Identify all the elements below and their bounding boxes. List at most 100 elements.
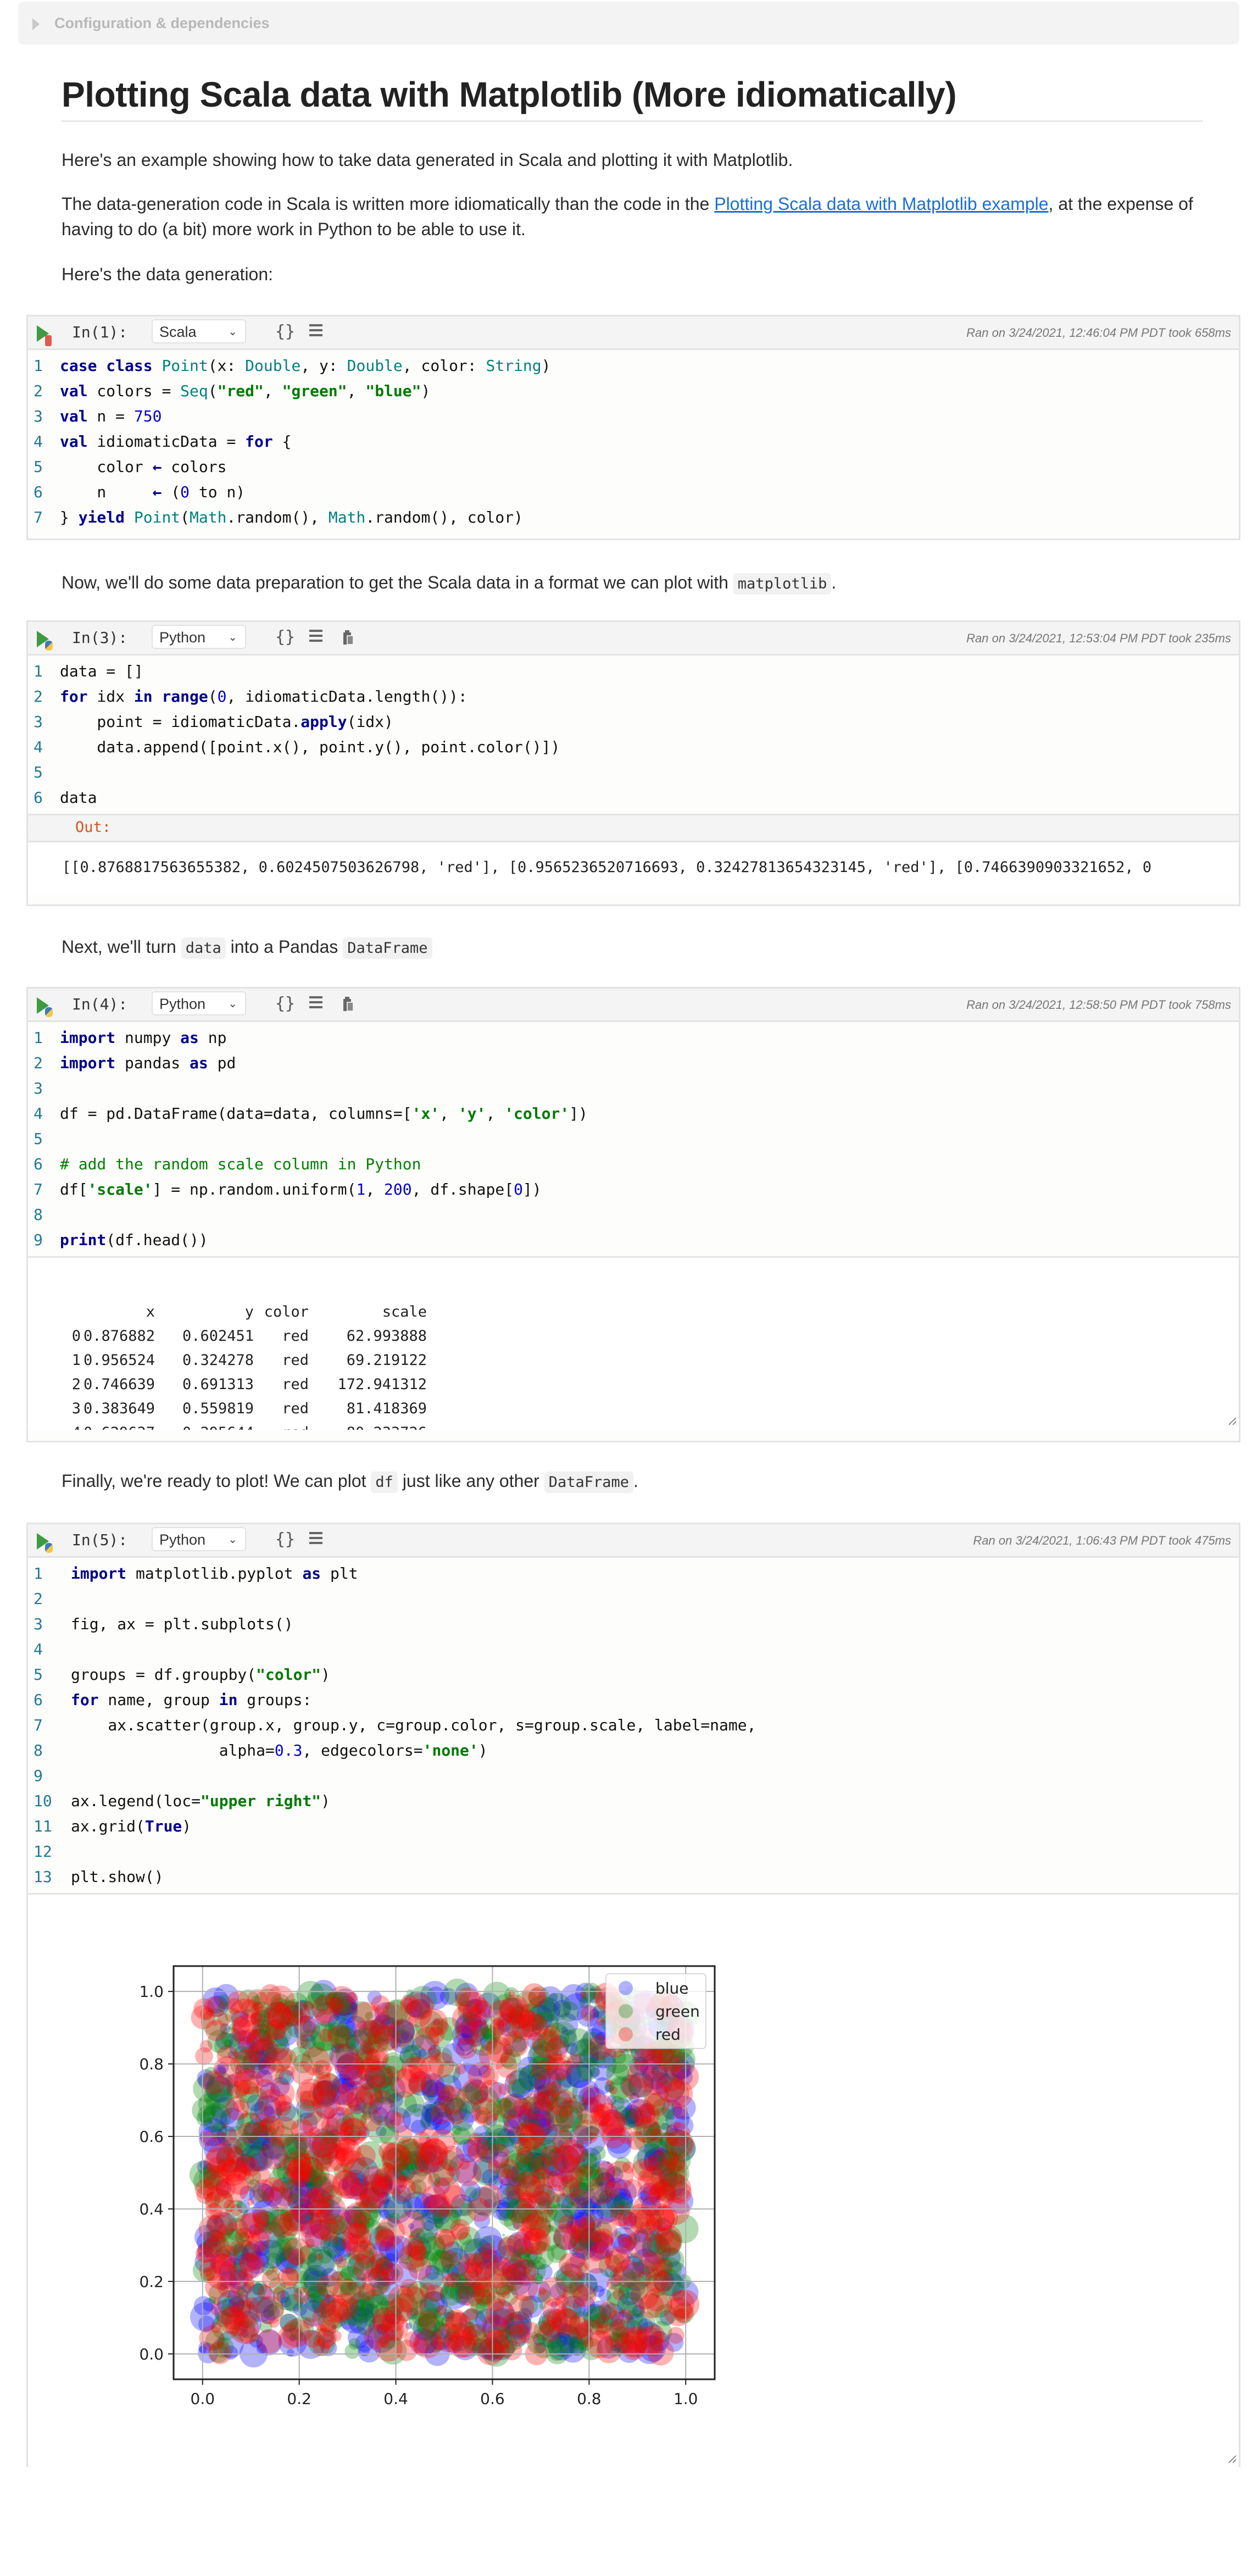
- scatter-point-red: [205, 2019, 227, 2041]
- line-number: 2: [34, 687, 43, 706]
- braces-icon[interactable]: {}: [275, 994, 295, 1013]
- code-text: ax.grid(True): [71, 1817, 192, 1835]
- inline-code: df: [371, 1472, 398, 1493]
- scatter-point-red: [357, 2130, 368, 2141]
- scatter-point-red: [359, 2187, 385, 2212]
- code-editor[interactable]: 1 import numpy as np 2 import pandas as pd 3…: [28, 1022, 1239, 1256]
- language-value: Python: [159, 629, 206, 646]
- legend-label: red: [655, 2025, 681, 2044]
- braces-icon[interactable]: {}: [275, 628, 295, 647]
- menu-lines-icon[interactable]: [309, 324, 322, 338]
- code-cell-3[interactable]: In(3): Python ⌄ {} Ran on 3/24/2021, 12:5…: [26, 620, 1240, 906]
- scatter-point-red: [436, 2305, 447, 2316]
- scatter-point-red: [235, 2051, 239, 2055]
- code-text: ax.legend(loc="upper right"): [71, 1792, 331, 1810]
- legend-marker-red: [619, 2027, 633, 2041]
- scatter-point-red: [513, 2097, 531, 2116]
- language-select[interactable]: Python ⌄: [152, 1527, 246, 1551]
- cell: 81.418369: [346, 1400, 427, 1417]
- dataframe-output: x y color scale 0 0.876882 0.602451 red 62.9…: [28, 1256, 1239, 1430]
- column-header: y: [244, 1303, 254, 1320]
- scatter-point-red: [466, 2252, 495, 2281]
- code-text: n ← (0 to n): [60, 483, 246, 501]
- scatter-point-red: [491, 2256, 511, 2277]
- code-editor[interactable]: 1 import matplotlib.pyplot as plt 2 3 fig, a…: [28, 1558, 1239, 1893]
- scatter-point-green: [420, 2117, 432, 2129]
- scatter-point-red: [252, 2179, 276, 2202]
- code-line: 4 df = pd.DataFrame(data=data, columns=['…: [28, 1101, 1239, 1126]
- legend-marker-green: [619, 2004, 633, 2018]
- code-line: 4 data.append([point.x(), point.y(), poi…: [28, 735, 1239, 760]
- scatter-chart: 0.0 0.2 0.4 0.6 0.8 1.0 0.0 0.2 0.4 0.6 0.8 1.0 blu…: [139, 1965, 716, 2408]
- scatter-point-red: [504, 2114, 524, 2134]
- output-header: Out:: [28, 814, 1239, 842]
- menu-lines-icon[interactable]: [309, 630, 322, 644]
- plot-text: .: [633, 1471, 638, 1491]
- scatter-point-red: [428, 2052, 454, 2078]
- line-number: 7: [34, 1180, 43, 1198]
- resize-handle-icon[interactable]: [1228, 2455, 1237, 2463]
- scatter-point-red: [438, 2086, 466, 2114]
- prep-text: Now, we'll do some data preparation to g…: [62, 573, 733, 592]
- scatter-point-red: [639, 2162, 646, 2169]
- language-select[interactable]: Python ⌄: [152, 625, 246, 649]
- scatter-point-red: [520, 2214, 547, 2241]
- code-line: 2 for idx in range(0, idiomaticData.lengt…: [28, 684, 1239, 709]
- code-line: 7 ax.scatter(group.x, group.y, c=group.c…: [28, 1713, 1239, 1738]
- y-tick-label: 0.0: [139, 2345, 164, 2363]
- code-line: 6 data: [28, 785, 1239, 810]
- scatter-point-red: [505, 2184, 521, 2200]
- code-line: 4 val idiomaticData = for {: [28, 429, 1239, 454]
- code-line: 4: [28, 1637, 1239, 1662]
- language-select[interactable]: Python ⌄: [152, 991, 246, 1015]
- plotting-example-link[interactable]: Plotting Scala data with Matplotlib exam…: [714, 194, 1048, 214]
- scatter-point-red: [433, 2228, 455, 2250]
- scatter-point-red: [233, 2079, 250, 2097]
- line-number: 9: [34, 1231, 43, 1249]
- chart-legend: blue green red: [605, 1973, 706, 2049]
- code-editor[interactable]: 1 case class Point(x: Double, y: Double, …: [28, 350, 1239, 534]
- clipboard-icon[interactable]: [342, 996, 354, 1012]
- code-text: val colors = Seq("red", "green", "blue"): [60, 382, 431, 400]
- scatter-point-red: [639, 2175, 644, 2180]
- line-number: 4: [34, 432, 43, 451]
- scatter-point-red: [626, 2131, 645, 2150]
- menu-lines-icon[interactable]: [309, 996, 322, 1011]
- scatter-point-red: [250, 2112, 258, 2120]
- scatter-point-red: [628, 2207, 655, 2233]
- clipboard-icon[interactable]: [342, 629, 354, 646]
- scatter-point-red: [558, 2252, 583, 2277]
- cell: 0.746639: [83, 1375, 155, 1393]
- code-cell-5[interactable]: In(5): Python ⌄ {} Ran on 3/24/2021, 1:06…: [26, 1523, 1240, 2468]
- code-cell-1[interactable]: In(1): Scala ⌄ {} Ran on 3/24/2021, 12:46…: [26, 315, 1240, 540]
- scatter-point-green: [559, 2001, 580, 2022]
- python-logo-icon: [45, 641, 53, 651]
- scatter-point-red: [352, 2002, 380, 2030]
- cell: red: [282, 1400, 309, 1417]
- line-number: 5: [34, 1130, 43, 1148]
- plot-output: 0.0 0.2 0.4 0.6 0.8 1.0 0.0 0.2 0.4 0.6 0.8 1.0 blu…: [28, 1893, 1239, 2468]
- scatter-point-red: [587, 2177, 616, 2205]
- legend-marker-blue: [619, 1981, 633, 1995]
- code-line: 6 n ← (0 to n): [28, 480, 1239, 505]
- language-value: Scala: [159, 324, 197, 340]
- braces-icon[interactable]: {}: [275, 322, 295, 341]
- braces-icon[interactable]: {}: [275, 1530, 295, 1549]
- language-select[interactable]: Scala ⌄: [152, 319, 246, 343]
- menu-lines-icon[interactable]: [309, 1532, 322, 1546]
- y-tick-label: 0.4: [139, 2200, 164, 2218]
- cell: 0.295644: [155, 1420, 254, 1430]
- scatter-point-red: [522, 1983, 547, 2008]
- config-dependencies-toggle[interactable]: Configuration & dependencies: [18, 2, 1239, 45]
- scatter-point-red: [387, 2019, 415, 2047]
- code-editor[interactable]: 1 data = [] 2 for idx in range(0, idiomatic…: [28, 656, 1239, 814]
- cell-execution-count: In(1):: [72, 323, 128, 341]
- line-number: 5: [34, 763, 43, 781]
- code-cell-4[interactable]: In(4): Python ⌄ {} Ran on 3/24/2021, 12:5…: [26, 987, 1240, 1442]
- resize-handle-icon[interactable]: [1228, 1417, 1237, 1425]
- scatter-point-red: [311, 1995, 339, 2023]
- scatter-point-red: [408, 2168, 433, 2194]
- scatter-point-red: [580, 1991, 587, 1998]
- scatter-point-red: [573, 2284, 597, 2307]
- cell-toolbar: In(4): Python ⌄ {} Ran on 3/24/2021, 12:5…: [28, 989, 1239, 1022]
